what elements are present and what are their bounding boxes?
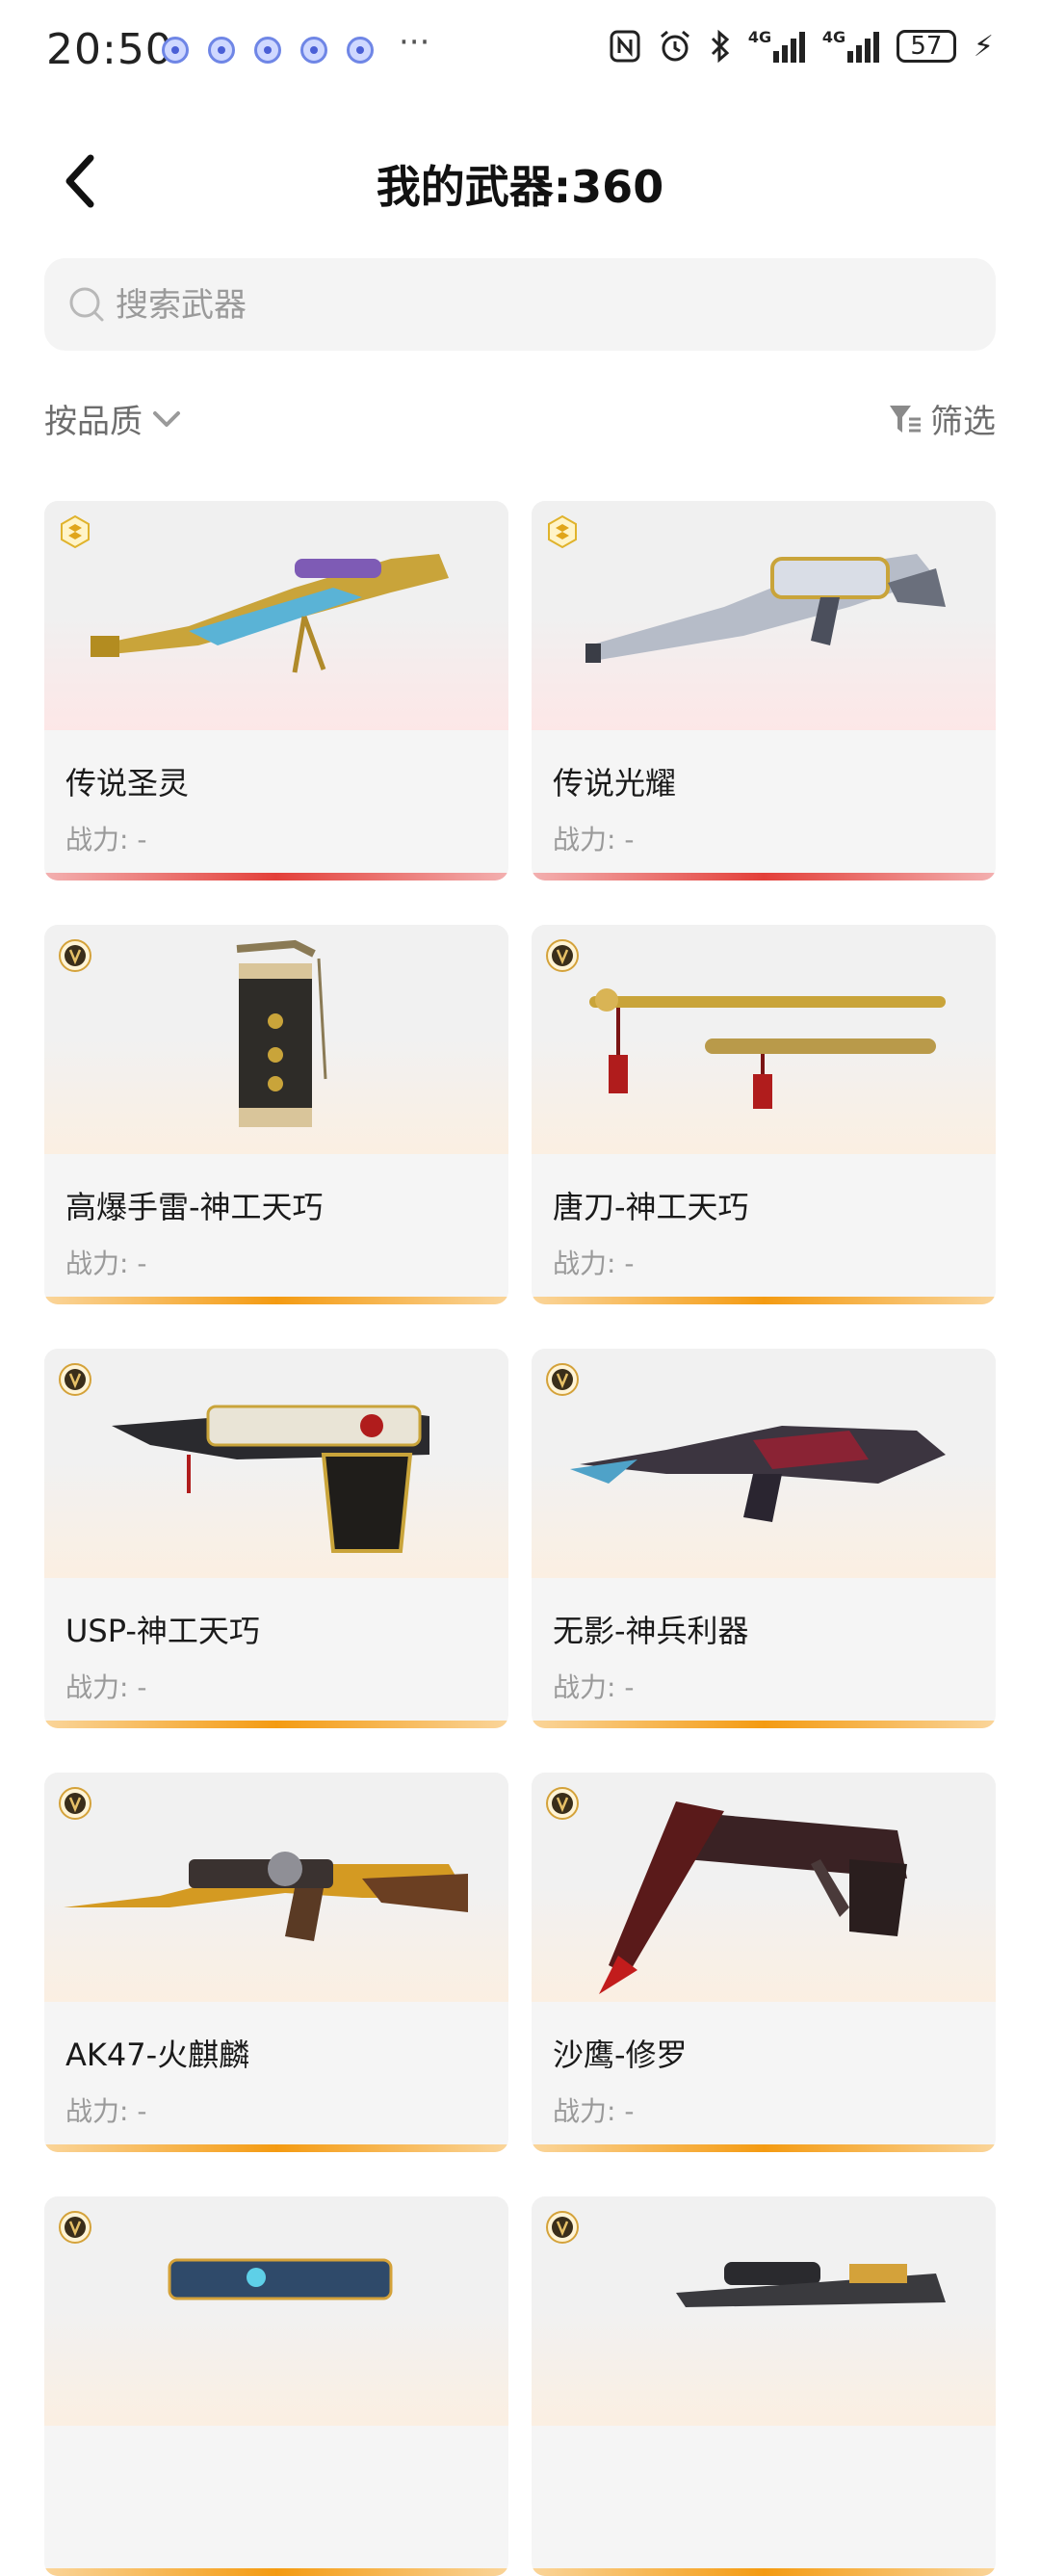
alarm-icon [660, 30, 689, 62]
app-notification-icon [162, 37, 189, 64]
ak47-icon [64, 1852, 468, 1941]
blade-rifle-icon [570, 1426, 946, 1522]
app-notification-icon [300, 37, 327, 64]
assault-rifle-icon [585, 554, 946, 663]
quality-bar [532, 873, 996, 881]
quality-bar [532, 2568, 996, 2576]
weapon-name: 传说光耀 [553, 765, 677, 802]
weapon-power: 战力: - [65, 1671, 147, 1703]
more-notifications-icon: ··· [399, 23, 430, 62]
legend-quality-badge-icon [61, 514, 90, 549]
sort-by-quality-button[interactable]: 按品质 [44, 395, 181, 442]
weapon-image [532, 2196, 996, 2426]
epic-quality-badge-icon [546, 2211, 579, 2244]
sort-filter-row: 按品质 筛选 [44, 395, 996, 449]
weapon-card[interactable]: 沙鹰-修罗 战力: - [532, 1773, 996, 2152]
status-bar: 20:50 ··· 4G 4G 57 ⚡ [0, 0, 1040, 106]
grenade-icon [236, 939, 327, 1127]
quality-bar [44, 2144, 508, 2152]
nfc-icon [610, 30, 640, 63]
quality-bar [532, 1297, 996, 1304]
epic-quality-badge-icon [59, 939, 91, 972]
weapon-image [532, 501, 996, 730]
battery-icon: 57 [896, 30, 956, 63]
pistol-icon [168, 2258, 393, 2300]
quality-bar [44, 873, 508, 881]
page-title: 我的武器:360 [376, 161, 664, 213]
epic-quality-badge-icon [59, 1787, 91, 1820]
app-notification-icon [254, 37, 281, 64]
filter-label: 筛选 [930, 403, 996, 441]
notification-icons [162, 37, 374, 64]
weapon-image [44, 1349, 508, 1578]
pistol-icon [112, 1405, 429, 1553]
weapon-image [532, 925, 996, 1154]
weapon-image [44, 1773, 508, 2002]
desert-eagle-icon [599, 1801, 907, 1994]
weapon-card[interactable]: 唐刀-神工天巧 战力: - [532, 925, 996, 1304]
weapon-power: 战力: - [65, 824, 147, 855]
weapon-name: 唐刀-神工天巧 [553, 1189, 749, 1225]
charging-icon: ⚡ [973, 29, 994, 64]
epic-quality-badge-icon [59, 1363, 91, 1396]
app-notification-icon [347, 37, 374, 64]
weapon-card[interactable]: 传说光耀 战力: - [532, 501, 996, 881]
epic-quality-badge-icon [59, 2211, 91, 2244]
weapon-card[interactable]: 无影-神兵利器 战力: - [532, 1349, 996, 1728]
header: 我的武器:360 [0, 135, 1040, 227]
quality-bar [44, 1721, 508, 1728]
filter-button[interactable]: 筛选 [888, 395, 996, 442]
signal-4g-icon: 4G [748, 28, 805, 63]
weapon-power: 战力: - [553, 1248, 635, 1279]
weapon-image [532, 1773, 996, 2002]
status-time: 20:50 [46, 25, 173, 74]
signal-4g-icon: 4G [822, 28, 879, 63]
weapon-power: 战力: - [553, 1671, 635, 1703]
quality-bar [532, 1721, 996, 1728]
search-bar[interactable] [44, 258, 996, 351]
quality-bar [44, 2568, 508, 2576]
katana-icon [589, 988, 946, 1109]
weapon-power: 战力: - [65, 1248, 147, 1279]
sniper-rifle-icon [91, 554, 449, 673]
chevron-down-icon [153, 410, 180, 427]
weapon-image [44, 925, 508, 1154]
weapon-card[interactable]: 高爆手雷-神工天巧 战力: - [44, 925, 508, 1304]
weapon-card[interactable]: AK47-火麒麟 战力: - [44, 1773, 508, 2152]
app-notification-icon [208, 37, 235, 64]
weapon-power: 战力: - [65, 2095, 147, 2127]
weapon-power: 战力: - [553, 2095, 635, 2127]
weapon-card[interactable] [532, 2196, 996, 2576]
weapon-name: 无影-神兵利器 [553, 1613, 749, 1649]
quality-bar [44, 1297, 508, 1304]
weapon-name: AK47-火麒麟 [65, 2037, 250, 2073]
weapon-power: 战力: - [553, 824, 635, 855]
weapon-image [532, 1349, 996, 1578]
filter-icon [890, 405, 921, 433]
weapon-card[interactable] [44, 2196, 508, 2576]
quality-bar [532, 2144, 996, 2152]
weapon-grid: 传说圣灵 战力: - 传说光耀 战力: - 高爆手雷-神工天巧 战力: - 唐刀… [44, 501, 996, 2576]
rifle-icon [676, 2262, 946, 2307]
epic-quality-badge-icon [546, 1363, 579, 1396]
weapon-name: 高爆手雷-神工天巧 [65, 1189, 324, 1225]
weapon-name: USP-神工天巧 [65, 1613, 260, 1649]
weapon-name: 沙鹰-修罗 [553, 2037, 688, 2073]
weapon-image [44, 501, 508, 730]
search-input[interactable] [114, 277, 965, 333]
system-icons: 4G 4G 57 ⚡ [610, 28, 994, 64]
weapon-card[interactable]: 传说圣灵 战力: - [44, 501, 508, 881]
epic-quality-badge-icon [546, 939, 579, 972]
legend-quality-badge-icon [548, 514, 577, 549]
sort-label: 按品质 [44, 403, 143, 441]
weapon-image [44, 2196, 508, 2426]
epic-quality-badge-icon [546, 1787, 579, 1820]
weapon-card[interactable]: USP-神工天巧 战力: - [44, 1349, 508, 1728]
search-icon [69, 287, 104, 322]
bluetooth-icon [711, 29, 730, 64]
weapon-name: 传说圣灵 [65, 765, 190, 802]
